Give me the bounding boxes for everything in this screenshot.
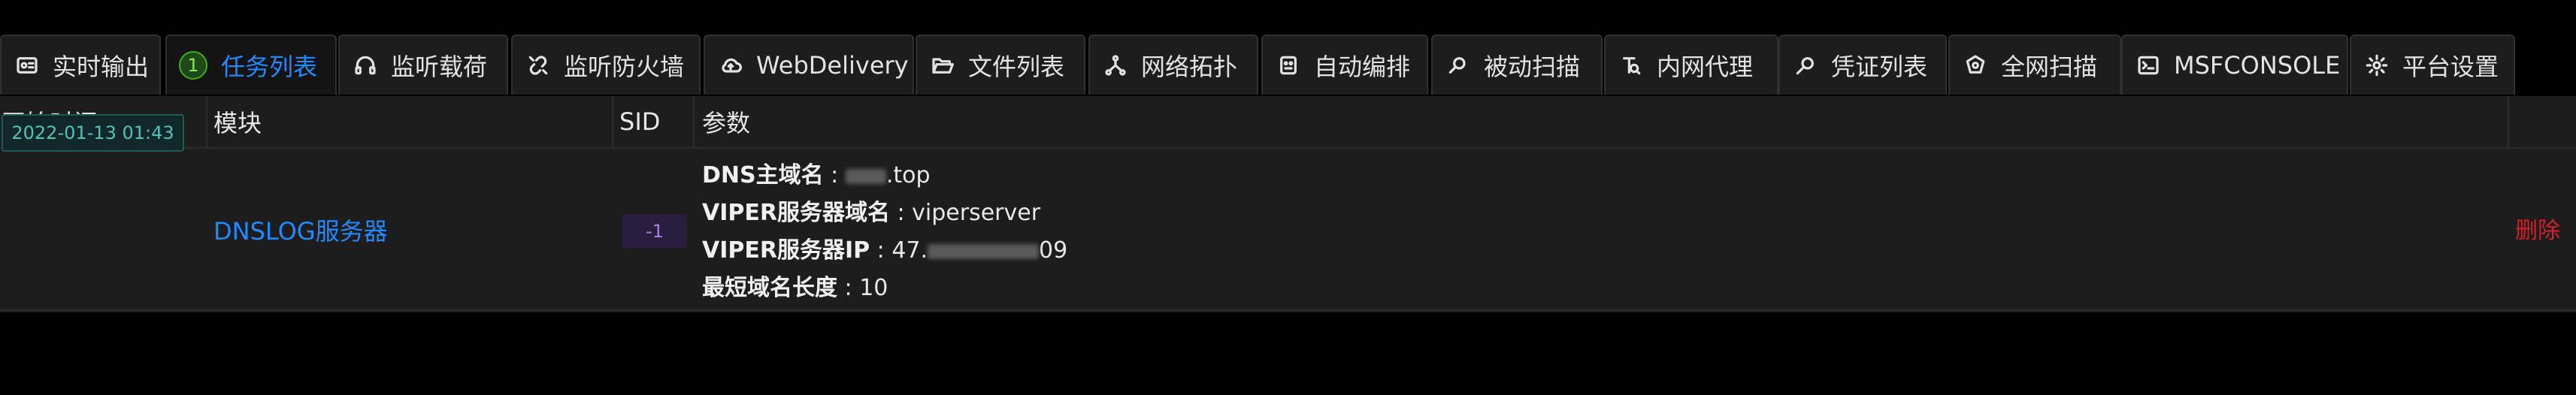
- param-separator: :: [844, 275, 860, 301]
- gear-icon: [2363, 52, 2390, 79]
- module-link[interactable]: DNSLOG服务器: [213, 215, 388, 248]
- tab-label: MSFCONSOLE: [2174, 51, 2341, 80]
- tab-label: 任务列表: [221, 53, 318, 81]
- tab-realtime-output[interactable]: 实时输出: [0, 35, 161, 95]
- param-key: VIPER服务器域名: [702, 200, 890, 226]
- console-icon: [2135, 52, 2162, 79]
- param-separator: :: [831, 162, 846, 188]
- param-value: viperserver: [912, 200, 1041, 226]
- empty-area: [0, 312, 2576, 395]
- node-proxy-icon: [1618, 52, 1645, 79]
- headphones-icon: [352, 52, 379, 79]
- param-value: .top: [885, 162, 931, 188]
- tab-platform-settings[interactable]: 平台设置: [2350, 35, 2515, 95]
- tab-label: 网络拓扑: [1141, 53, 1238, 81]
- terminal-log-icon: [14, 52, 41, 79]
- tab-task-list[interactable]: 1 任务列表: [165, 35, 337, 95]
- network-topology-icon: [1102, 52, 1129, 79]
- param-value-prefix: 47.: [891, 237, 928, 264]
- task-table: 开始时间 模块 SID 参数: [0, 96, 2576, 312]
- folder-open-icon: [929, 52, 956, 79]
- table-header: 开始时间 模块 SID 参数: [0, 96, 2576, 149]
- column-header-module: 模块: [213, 109, 262, 137]
- start-time-tag: 2022-01-13 01:43: [2, 114, 184, 152]
- radar-icon: [1962, 52, 1989, 79]
- sid-tag: -1: [622, 214, 687, 249]
- tab-intranet-proxy[interactable]: 内网代理: [1604, 35, 1778, 95]
- tab-file-list[interactable]: 文件列表: [916, 35, 1085, 95]
- redacted-value: [928, 243, 1040, 259]
- link-broken-icon: [525, 52, 552, 79]
- tab-label: 监听防火墙: [564, 53, 685, 81]
- tab-label: 凭证列表: [1831, 53, 1928, 81]
- redacted-value: [845, 168, 886, 184]
- tab-label: 实时输出: [53, 53, 150, 81]
- cloud-upload-icon: [717, 52, 744, 79]
- param-row: VIPER服务器域名 : viperserver: [702, 197, 1067, 234]
- param-value-suffix: 09: [1039, 237, 1068, 264]
- tab-label: 监听载荷: [391, 53, 488, 81]
- tab-listener-payload[interactable]: 监听载荷: [338, 35, 508, 95]
- param-row: 最短域名长度 : 10: [702, 272, 1067, 309]
- tab-label: WebDelivery: [756, 51, 909, 80]
- tab-label: 文件列表: [968, 53, 1065, 81]
- tab-label: 全网扫描: [2001, 53, 2098, 81]
- param-value: 10: [859, 275, 888, 301]
- params-list: DNS主域名 : .top VIPER服务器域名 : viperserver V…: [702, 159, 1067, 309]
- key-search-icon: [1792, 52, 1819, 79]
- tab-full-network-scan[interactable]: 全网扫描: [1948, 35, 2121, 95]
- tab-label: 被动扫描: [1484, 53, 1581, 81]
- task-count-badge: 1: [179, 51, 207, 80]
- param-separator: :: [876, 237, 892, 264]
- tab-credential-list[interactable]: 凭证列表: [1778, 35, 1947, 95]
- param-key: VIPER服务器IP: [702, 237, 870, 264]
- tab-listener-firewall[interactable]: 监听防火墙: [511, 35, 701, 95]
- param-key: DNS主域名: [702, 162, 824, 188]
- tab-bar: 实时输出 1 任务列表 监听载荷 监听防火墙 WebDelivery 文件列表 …: [0, 0, 2576, 96]
- column-header-sid: SID: [619, 107, 661, 136]
- tab-label: 自动编排: [1314, 53, 1411, 81]
- column-header-params: 参数: [702, 109, 751, 137]
- robot-icon: [1275, 52, 1302, 79]
- tab-network-topology[interactable]: 网络拓扑: [1088, 35, 1258, 95]
- param-row: VIPER服务器IP : 47. 09: [702, 234, 1067, 272]
- tab-webdelivery[interactable]: WebDelivery: [704, 35, 914, 95]
- tab-auto-orchestration[interactable]: 自动编排: [1261, 35, 1428, 95]
- tab-passive-scan[interactable]: 被动扫描: [1431, 35, 1603, 95]
- param-separator: :: [897, 200, 913, 226]
- tab-label: 平台设置: [2402, 53, 2499, 81]
- param-row: DNS主域名 : .top: [702, 159, 1067, 197]
- file-search-icon: [1445, 52, 1472, 79]
- delete-button[interactable]: 删除: [2515, 215, 2560, 248]
- param-key: 最短域名长度: [702, 275, 837, 301]
- tab-msfconsole[interactable]: MSFCONSOLE: [2121, 35, 2348, 95]
- tab-label: 内网代理: [1657, 53, 1754, 81]
